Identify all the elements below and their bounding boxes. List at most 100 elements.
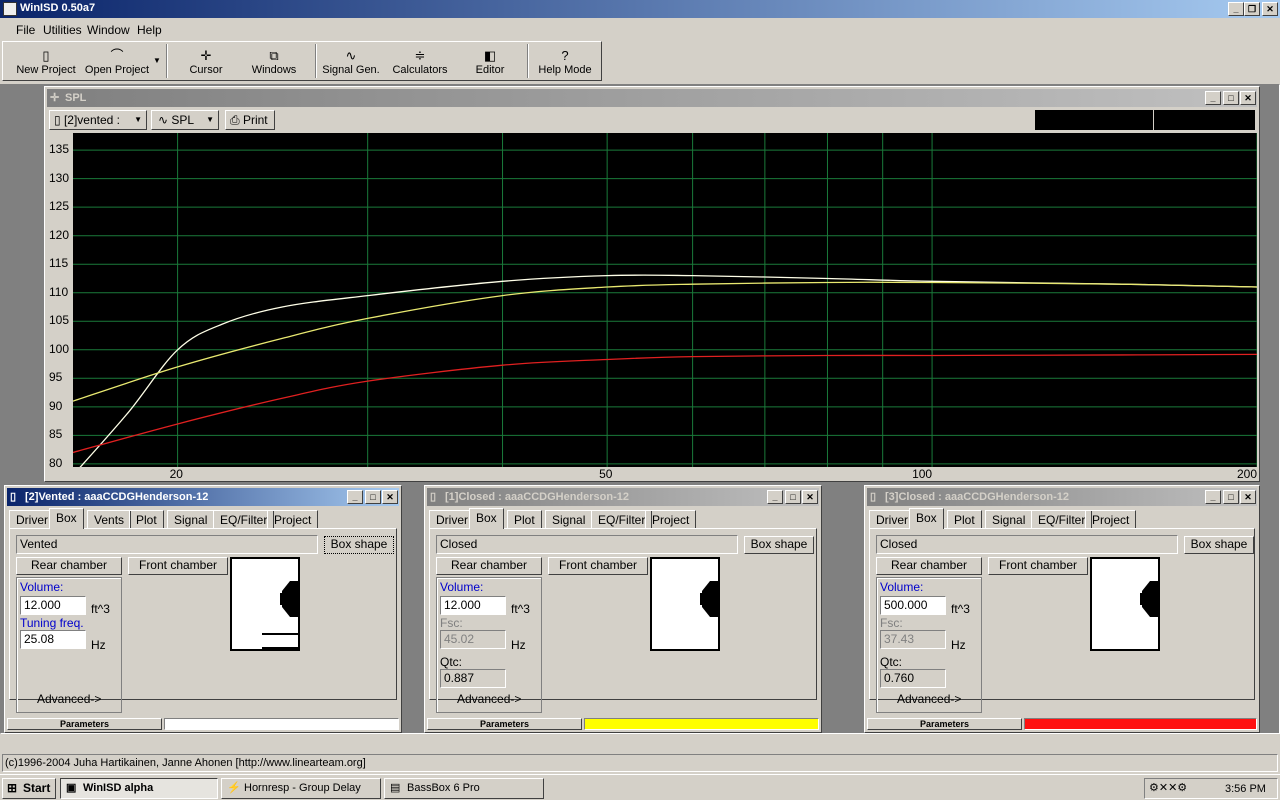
box-diagram	[230, 557, 300, 651]
app-icon[interactable]	[3, 2, 17, 16]
advanced-button[interactable]: Advanced->	[897, 692, 961, 706]
signal-gen-button[interactable]: ∿ Signal Gen.	[321, 48, 381, 76]
spl-chart[interactable]	[72, 133, 1258, 481]
open-project-button[interactable]: ⌒ Open Project	[83, 48, 151, 76]
tab-plot[interactable]: Plot	[507, 510, 542, 528]
maximize-icon[interactable]: □	[785, 490, 801, 504]
rear-chamber-button[interactable]: Rear chamber	[876, 557, 982, 575]
box-window-title-bar[interactable]: ▯ [1]Closed : aaaCCDGHenderson-12 _ □ ✕	[427, 488, 819, 506]
x-axis-strip	[73, 467, 1257, 481]
menu-help[interactable]: Help	[137, 23, 162, 37]
tab-project[interactable]: Project	[267, 510, 319, 528]
tab-plot[interactable]: Plot	[129, 510, 164, 528]
close-icon[interactable]: ✕	[1240, 490, 1256, 504]
curve-color-swatch[interactable]	[584, 718, 819, 730]
tab-vents[interactable]: Vents	[87, 510, 132, 528]
close-icon[interactable]: ✕	[1262, 2, 1278, 16]
open-project-dropdown-icon[interactable]: ▼	[153, 56, 161, 65]
tab-signal[interactable]: Signal	[545, 510, 593, 528]
new-project-button[interactable]: ▯ New Project	[15, 48, 77, 76]
menu-utilities[interactable]: Utilities	[43, 23, 82, 37]
box-type-field[interactable]: Closed	[876, 535, 1178, 554]
minimize-icon[interactable]: _	[767, 490, 783, 504]
box-window-title-bar[interactable]: ▯ [2]Vented : aaaCCDGHenderson-12 _ □ ✕	[7, 488, 399, 506]
minimize-icon[interactable]: _	[347, 490, 363, 504]
spl-curve-1	[72, 274, 1258, 476]
tab-box[interactable]: Box	[909, 508, 944, 529]
front-chamber-button[interactable]: Front chamber	[988, 557, 1088, 575]
cursor-readout-x	[1035, 110, 1153, 130]
help-mode-button[interactable]: ? Help Mode	[535, 48, 595, 76]
editor-button[interactable]: ◧ Editor	[465, 48, 515, 76]
spl-maximize-icon[interactable]: □	[1223, 91, 1239, 105]
spl-close-icon[interactable]: ✕	[1240, 91, 1256, 105]
copyright-text: (c)1996-2004 Juha Hartikainen, Janne Aho…	[5, 757, 366, 769]
volume-field[interactable]: 500.000	[880, 596, 946, 615]
tab-plot[interactable]: Plot	[947, 510, 982, 528]
box-window-2: ▯ [1]Closed : aaaCCDGHenderson-12 _ □ ✕ …	[424, 485, 822, 733]
box-shape-button[interactable]: Box shape	[324, 536, 394, 554]
tray-icons[interactable]: ⚙✕✕⚙	[1149, 781, 1187, 794]
spl-plot[interactable]	[72, 133, 1258, 481]
volume-field[interactable]: 12.000	[440, 596, 506, 615]
minimize-icon[interactable]: _	[1205, 490, 1221, 504]
graph-type-select[interactable]: ∿ SPL ▼	[151, 110, 219, 130]
box-type-field[interactable]: Closed	[436, 535, 738, 554]
restore-icon[interactable]: ❐	[1244, 2, 1260, 16]
chevron-down-icon: ▼	[134, 115, 142, 124]
taskbar-item-label: BassBox 6 Pro	[407, 782, 480, 794]
tab-eqfilter[interactable]: EQ/Filter	[1031, 510, 1093, 528]
maximize-icon[interactable]: □	[365, 490, 381, 504]
toolbar-separator	[315, 44, 317, 78]
curve-color-swatch[interactable]	[1024, 718, 1257, 730]
front-chamber-button[interactable]: Front chamber	[548, 557, 648, 575]
start-button[interactable]: ⊞ Start	[2, 778, 56, 799]
y-tick-label: 80	[49, 455, 63, 470]
tab-box[interactable]: Box	[469, 508, 504, 529]
curve-color-swatch[interactable]	[164, 718, 399, 730]
help-mode-icon: ?	[561, 48, 569, 63]
box-window-status: Parameters	[7, 718, 399, 730]
qtc-label: Qtc:	[880, 655, 903, 669]
box-shape-button[interactable]: Box shape	[744, 536, 814, 554]
windows-button[interactable]: ⧉ Windows	[245, 48, 303, 76]
tab-project[interactable]: Project	[1085, 510, 1137, 528]
calculators-button[interactable]: ≑ Calculators	[389, 48, 451, 76]
tuning-freq-field[interactable]: 25.08	[20, 630, 86, 649]
advanced-button[interactable]: Advanced->	[37, 692, 101, 706]
tab-signal[interactable]: Signal	[167, 510, 215, 528]
spl-window-title-bar[interactable]: ✛ SPL _ □ ✕	[47, 89, 1257, 107]
menu-file[interactable]: File	[16, 23, 35, 37]
box-window-title-bar[interactable]: ▯ [3]Closed : aaaCCDGHenderson-12 _ □ ✕	[867, 488, 1257, 506]
freq-label: Tuning freq.	[20, 616, 84, 630]
menu-bar: File Utilities Window Help	[0, 20, 1280, 40]
tab-eqfilter[interactable]: EQ/Filter	[591, 510, 653, 528]
taskbar-item-bassbox[interactable]: ▤ BassBox 6 Pro	[384, 778, 544, 799]
rear-chamber-button[interactable]: Rear chamber	[16, 557, 122, 575]
tab-signal[interactable]: Signal	[985, 510, 1033, 528]
volume-field[interactable]: 12.000	[20, 596, 86, 615]
advanced-button[interactable]: Advanced->	[457, 692, 521, 706]
spl-minimize-icon[interactable]: _	[1205, 91, 1221, 105]
tab-project[interactable]: Project	[645, 510, 697, 528]
minimize-icon[interactable]: _	[1228, 2, 1244, 16]
signal-gen-label: Signal Gen.	[322, 64, 380, 76]
maximize-icon[interactable]: □	[1223, 490, 1239, 504]
menu-window[interactable]: Window	[87, 23, 130, 37]
front-chamber-button[interactable]: Front chamber	[128, 557, 228, 575]
close-icon[interactable]: ✕	[802, 490, 818, 504]
project-select[interactable]: ▯ [2]vented : ▼	[49, 110, 147, 130]
box-shape-button[interactable]: Box shape	[1184, 536, 1254, 554]
volume-unit: ft^3	[951, 602, 970, 616]
printer-icon: ⎙	[230, 113, 243, 127]
box-type-field[interactable]: Vented	[16, 535, 318, 554]
cursor-button[interactable]: ✛ Cursor	[179, 48, 233, 76]
print-button[interactable]: ⎙ Print	[225, 110, 275, 130]
rear-chamber-button[interactable]: Rear chamber	[436, 557, 542, 575]
taskbar-item-winisd[interactable]: ▣ WinISD alpha	[60, 778, 218, 799]
tab-box[interactable]: Box	[49, 508, 84, 529]
taskbar-item-hornresp[interactable]: ⚡ Hornresp - Group Delay	[221, 778, 381, 799]
parameters-label: Parameters	[427, 718, 582, 730]
tab-eqfilter[interactable]: EQ/Filter	[213, 510, 275, 528]
close-icon[interactable]: ✕	[382, 490, 398, 504]
